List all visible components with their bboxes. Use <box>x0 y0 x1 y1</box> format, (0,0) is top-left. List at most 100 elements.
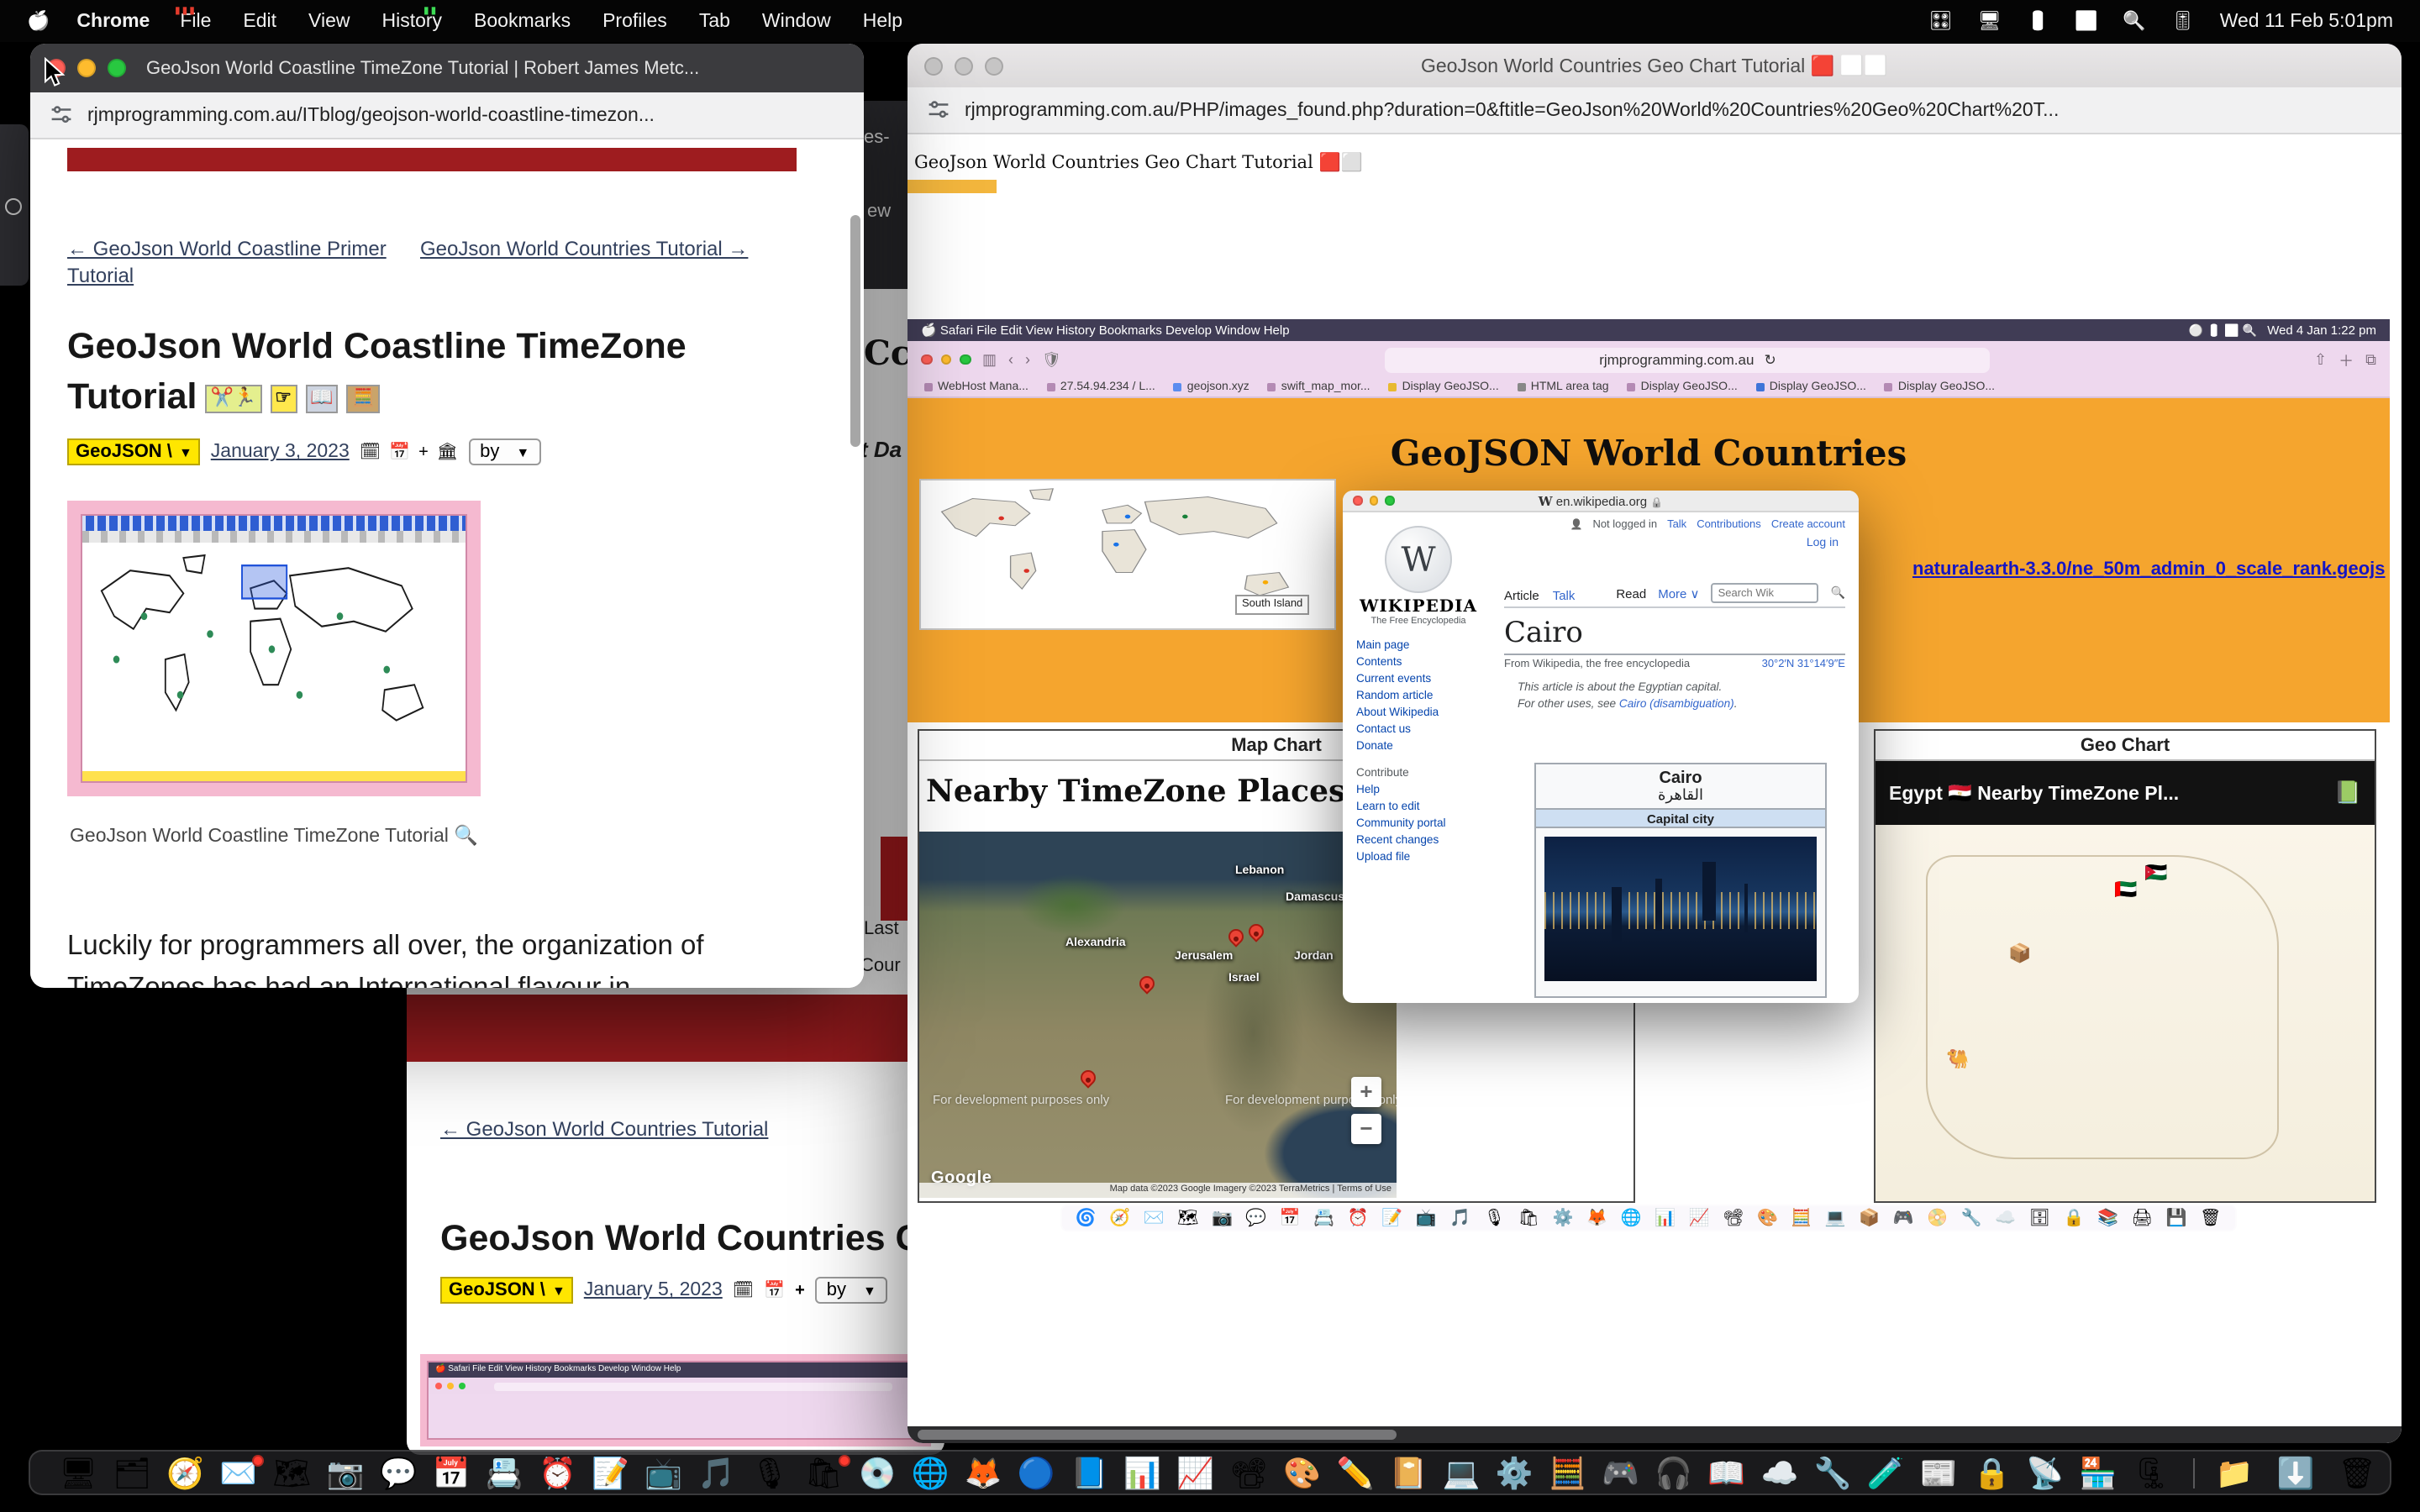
status-dial-icon[interactable]: 🎛 <box>1929 10 1953 32</box>
dock-app-icon[interactable]: 🌐 <box>912 1457 950 1488</box>
dock-folder-icon[interactable]: ⬇️ <box>2276 1457 2314 1488</box>
sidebar-link[interactable]: Learn to edit <box>1356 800 1481 816</box>
zoom-in-button[interactable]: + <box>1351 1077 1381 1107</box>
dock-app-icon[interactable]: 🧭 <box>166 1457 204 1488</box>
calendar-grid-icon[interactable]: 🗓 <box>733 1281 754 1299</box>
menu-item[interactable]: Tab <box>699 11 730 31</box>
dock-app-icon[interactable]: 📝 <box>592 1457 629 1488</box>
map-pin[interactable] <box>1077 1067 1098 1088</box>
dock-app-icon[interactable]: 📔 <box>1390 1457 1428 1488</box>
address-bar[interactable]: rjmprogramming.com.au/ITblog/geojson-wor… <box>87 105 655 125</box>
menu-item[interactable]: Window <box>762 11 831 31</box>
window-titlebar[interactable]: GeoJson World Countries Geo Chart Tutori… <box>908 44 2402 87</box>
tab-read[interactable]: Read <box>1616 585 1646 601</box>
dock-app-icon[interactable]: 🗺 <box>273 1457 312 1488</box>
dock-app-icon[interactable]: ✉️● <box>219 1457 257 1488</box>
dock-app-icon[interactable]: 🧮 <box>1549 1457 1586 1488</box>
author-select[interactable]: by▼ <box>468 438 541 465</box>
dock-app-icon[interactable]: 📅 <box>433 1457 471 1488</box>
magnifier-icon[interactable]: 🔍 <box>454 827 478 847</box>
post-thumbnail[interactable]: 🍎 Safari File Edit View History Bookmark… <box>420 1354 931 1446</box>
disambiguation-link[interactable]: Cairo (disambiguation) <box>1619 699 1734 711</box>
window-titlebar[interactable]: GeoJson World Coastline TimeZone Tutoria… <box>30 44 864 92</box>
map-pin[interactable] <box>1245 921 1266 942</box>
sidebar-link[interactable]: Contact us <box>1356 722 1481 739</box>
sidebar-link[interactable]: Main page <box>1356 638 1481 655</box>
meta-icon[interactable]: 🏛 <box>437 443 458 461</box>
dock-app-icon[interactable]: 📈 <box>1176 1457 1214 1488</box>
menu-bar-clock[interactable]: Wed 11 Feb 5:01pm <box>2220 11 2393 31</box>
dock-app-icon[interactable]: 📡 <box>2026 1457 2064 1488</box>
dock-app-icon[interactable]: ⏰ <box>539 1457 576 1488</box>
dock-app-icon[interactable]: 📽 <box>1229 1457 1268 1488</box>
menu-item[interactable]: Edit <box>243 11 276 31</box>
zoom-out-button[interactable]: − <box>1351 1114 1381 1144</box>
dock-app-icon[interactable]: 🎵 <box>697 1457 735 1488</box>
menu-item[interactable]: Profiles <box>602 11 667 31</box>
emoji-badge-icon[interactable]: ☞ <box>270 385 297 413</box>
plus-icon[interactable]: + <box>795 1281 805 1299</box>
post-thumbnail[interactable] <box>67 501 481 796</box>
post-date-link[interactable]: January 3, 2023 <box>211 442 350 462</box>
post-date-link[interactable]: January 5, 2023 <box>584 1280 723 1300</box>
dock-app-icon[interactable]: 💿 <box>859 1457 897 1488</box>
dock-app-icon[interactable]: 📇 <box>486 1457 523 1488</box>
author-select[interactable]: by▼ <box>815 1277 888 1304</box>
minimize-button[interactable] <box>77 59 96 77</box>
map-attribution[interactable]: Map data ©2023 Google Imagery ©2023 Terr… <box>919 1183 1397 1198</box>
category-select[interactable]: GeoJSON \▼ <box>67 438 201 465</box>
dock-app-icon[interactable]: 📷 <box>327 1457 365 1488</box>
meta-icon[interactable]: + <box>418 443 429 461</box>
fullscreen-button[interactable] <box>108 59 126 77</box>
map-pin[interactable] <box>1136 973 1157 994</box>
sidebar-link[interactable]: Donate <box>1356 739 1481 756</box>
coordinates-link[interactable]: 30°2′N 31°14′9″E <box>1762 659 1845 670</box>
dock-app-icon[interactable]: 🎮 <box>1602 1457 1639 1488</box>
wifi-icon[interactable]: 📶 <box>2075 10 2097 32</box>
dock-app-icon[interactable]: 🗜 <box>2132 1457 2170 1488</box>
dock-app-icon[interactable]: ⚙️ <box>1496 1457 1534 1488</box>
menu-item[interactable]: View <box>308 11 350 31</box>
dock-app-icon[interactable]: 📊 <box>1123 1457 1161 1488</box>
wikipedia-window[interactable]: W en.wikipedia.org 🔒 👤 Not logged in Tal… <box>1343 491 1859 1003</box>
dock-app-icon[interactable]: ✏️ <box>1337 1457 1375 1488</box>
active-app-menu[interactable]: Chrome <box>76 11 150 31</box>
dock-app-icon[interactable]: 🗂 <box>113 1457 151 1488</box>
meta-icon[interactable]: 📅 <box>389 443 410 461</box>
dock-app-icon[interactable]: 💬 <box>380 1457 418 1488</box>
sidebar-link[interactable]: Contents <box>1356 655 1481 672</box>
battery-icon[interactable]: 🔋 <box>2027 10 2049 32</box>
emoji-badge-icon[interactable]: 📖 <box>305 385 338 413</box>
emoji-badge-icon[interactable]: 🧮 <box>346 385 379 413</box>
dock-app-icon[interactable]: ☁️ <box>1761 1457 1799 1488</box>
sidebar-link[interactable]: Upload file <box>1356 850 1481 867</box>
package-marker[interactable]: 📦 <box>2008 942 2031 964</box>
dock-app-icon[interactable]: 🧪 <box>1867 1457 1905 1488</box>
notes-icon[interactable]: 📗 <box>2334 780 2361 806</box>
dock-app-icon[interactable]: 📺 <box>644 1457 682 1488</box>
dock-folder-icon[interactable]: 🗑 <box>2338 1457 2376 1488</box>
dock-app-icon[interactable]: 🏪 <box>2079 1457 2117 1488</box>
dock-app-icon[interactable]: 📖 <box>1707 1457 1745 1488</box>
google-map[interactable]: Lebanon Damascus Alexandria Jerusalem Jo… <box>919 832 1397 1198</box>
dock-folder-icon[interactable]: 📁 <box>2216 1457 2254 1488</box>
map-pin[interactable] <box>1225 926 1246 947</box>
dock-app-icon[interactable]: 🦊 <box>965 1457 1002 1488</box>
meta-icon[interactable]: 🗓 <box>360 443 381 461</box>
dock-app-icon[interactable]: 🖥 <box>59 1457 97 1488</box>
spotlight-icon[interactable]: 🔍 <box>2123 10 2145 32</box>
horizontal-scrollbar[interactable] <box>908 1426 2402 1443</box>
sidebar-link[interactable]: About Wikipedia <box>1356 706 1481 722</box>
apple-menu-icon[interactable]: 🍎 <box>27 10 50 32</box>
sidebar-link[interactable]: Help <box>1356 783 1481 800</box>
address-bar[interactable]: rjmprogramming.com.au/PHP/images_found.p… <box>965 100 2059 120</box>
next-post-link[interactable]: GeoJson World Countries Tutorial → <box>420 235 748 262</box>
dock-app-icon[interactable]: 🎨 <box>1283 1457 1321 1488</box>
wikipedia-globe-logo[interactable]: W <box>1385 526 1452 593</box>
menu-item[interactable]: Bookmarks <box>474 11 571 31</box>
wikipedia-wordmark[interactable]: WIKIPEDIA <box>1356 598 1481 617</box>
dock-app-icon[interactable]: 🎧 <box>1655 1457 1692 1488</box>
dock-app-icon[interactable]: 🔒 <box>1973 1457 2011 1488</box>
control-center-icon[interactable]: 🎚 <box>2171 10 2195 32</box>
sidebar-link[interactable]: Random article <box>1356 689 1481 706</box>
